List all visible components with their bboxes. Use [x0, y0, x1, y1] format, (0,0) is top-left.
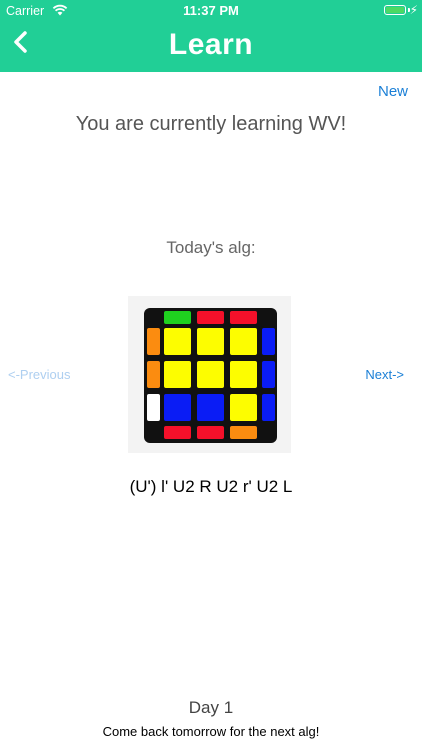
cube-right-sticker [260, 392, 277, 423]
cube-left-sticker [145, 359, 162, 390]
cube-bottom-sticker [195, 424, 226, 441]
cube-face-sticker [162, 359, 193, 390]
cube-left-sticker [145, 392, 162, 423]
new-button[interactable]: New [378, 83, 408, 100]
cube-face-sticker [162, 392, 193, 423]
come-back-message: Come back tomorrow for the next alg! [102, 724, 320, 739]
cube-face-sticker [195, 326, 226, 357]
cube-diagram [128, 296, 291, 453]
cube-face-sticker [228, 326, 259, 357]
todays-alg-label: Today's alg: [166, 238, 256, 257]
status-time: 11:37 PM [183, 3, 239, 18]
charging-bolt-icon: ⚡ [409, 3, 418, 17]
cube-right-sticker [260, 326, 277, 357]
cube-svg [144, 308, 277, 443]
page-title: Learn [168, 28, 254, 61]
learning-status: You are currently learning WV! [75, 113, 347, 135]
cube-face-sticker [162, 326, 193, 357]
cube-bottom-sticker [162, 424, 193, 441]
battery-icon [384, 5, 406, 15]
cube-face-sticker [195, 392, 226, 423]
cube-top-sticker [195, 309, 226, 326]
nav-bar: Carrier 11:37 PM ⚡ Learn [0, 0, 422, 72]
algorithm-text: (U') l' U2 R U2 r' U2 L [129, 477, 293, 496]
cube-right-sticker [260, 359, 277, 390]
next-button[interactable]: Next-> [365, 367, 404, 382]
cube-top-sticker [228, 309, 259, 326]
cube-left-sticker [145, 326, 162, 357]
cube-face-sticker [228, 392, 259, 423]
cube-top-sticker [162, 309, 193, 326]
cube-face-sticker [228, 359, 259, 390]
status-bar: Carrier 11:37 PM ⚡ [0, 0, 422, 22]
previous-button[interactable]: <-Previous [8, 367, 71, 382]
cube-face-sticker [195, 359, 226, 390]
day-label: Day 1 [188, 698, 234, 717]
cube-bottom-sticker [228, 424, 259, 441]
